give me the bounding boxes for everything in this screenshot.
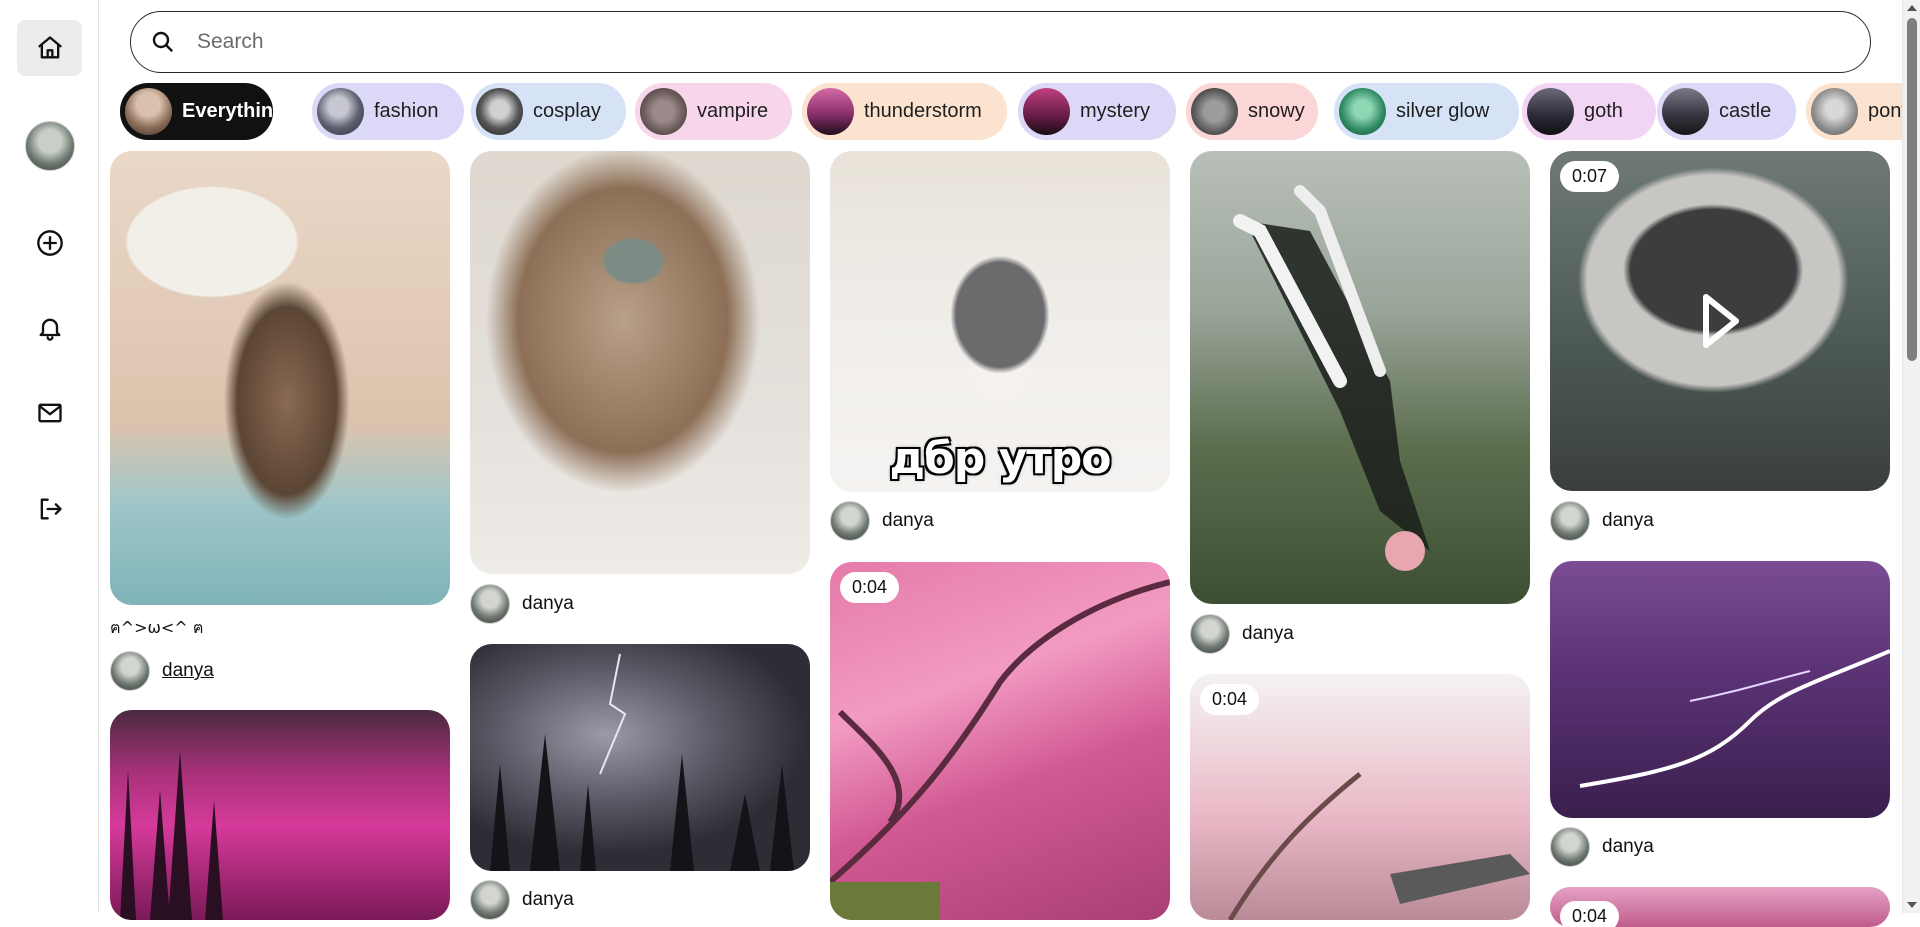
chip-mystery[interactable]: mystery xyxy=(1018,83,1176,140)
pin-author[interactable]: danya xyxy=(1550,826,1654,868)
author-avatar xyxy=(110,651,150,691)
scroll-up-arrow[interactable] xyxy=(1907,5,1917,11)
chip-label: goth xyxy=(1584,100,1623,122)
pin-image-lightning[interactable] xyxy=(470,644,810,871)
figure-scene xyxy=(1233,185,1430,571)
pin-overlay-text: дбр утро xyxy=(889,433,1112,484)
author-avatar xyxy=(470,584,510,624)
pin-image-pink-forest[interactable] xyxy=(110,710,450,920)
chip-label: castle xyxy=(1719,100,1772,122)
author-name[interactable]: danya xyxy=(162,660,214,682)
chip-thunderstorm[interactable]: thunderstorm xyxy=(802,83,1007,140)
chip-silver-glow[interactable]: silver glow xyxy=(1334,83,1519,140)
author-avatar xyxy=(830,501,870,541)
pin-video-partial[interactable]: 0:04 xyxy=(1550,887,1890,927)
chip-thumb xyxy=(1339,88,1386,135)
author-avatar xyxy=(1190,614,1230,654)
chip-cosplay[interactable]: cosplay xyxy=(471,83,626,140)
pin-author[interactable]: danya xyxy=(470,879,574,921)
messages-button[interactable] xyxy=(17,385,82,441)
branches xyxy=(830,579,1170,920)
home-icon xyxy=(37,36,62,59)
video-duration: 0:04 xyxy=(1200,684,1260,715)
pin-author[interactable]: danya xyxy=(830,500,934,542)
play-icon[interactable] xyxy=(1700,293,1740,349)
pin-image-kitten-meme[interactable]: дбр утро xyxy=(830,151,1170,492)
pin-author[interactable]: danya xyxy=(1550,500,1654,542)
pin-video-pink-trees[interactable]: 0:04 xyxy=(830,562,1170,920)
author-name[interactable]: danya xyxy=(1602,836,1654,858)
author-name[interactable]: danya xyxy=(522,889,574,911)
video-duration: 0:04 xyxy=(1560,901,1620,927)
chip-label: pony xyxy=(1868,100,1902,122)
chip-vampire[interactable]: vampire xyxy=(635,83,792,140)
video-duration: 0:04 xyxy=(840,572,900,603)
chip-thumb xyxy=(125,88,172,135)
chip-label: fashion xyxy=(374,100,439,122)
chip-thumb xyxy=(317,88,364,135)
logout-button[interactable] xyxy=(17,481,82,537)
chip-thumb xyxy=(1662,88,1709,135)
chip-label: cosplay xyxy=(533,100,601,122)
pin-image-upside-down[interactable] xyxy=(1190,151,1530,604)
pin-caption: ฅ^>ω<^ ฅ xyxy=(110,618,204,637)
plus-circle-icon xyxy=(36,230,63,256)
search-icon xyxy=(152,31,173,52)
pin-video-blossom[interactable]: 0:04 xyxy=(1190,674,1530,920)
bell-icon xyxy=(39,318,60,341)
category-chips: Everything fashion cosplay vampire thund… xyxy=(120,83,1902,141)
pin-image-kitten-closeup[interactable] xyxy=(470,151,810,574)
trees-silhouette xyxy=(120,750,223,920)
pin-author[interactable]: danya xyxy=(1190,613,1294,655)
author-name[interactable]: danya xyxy=(522,593,574,615)
chip-pony[interactable]: pony xyxy=(1806,83,1902,140)
profile-avatar[interactable] xyxy=(25,121,75,171)
chip-label: thunderstorm xyxy=(864,100,982,122)
pin-video-retro-computer[interactable]: 0:07 xyxy=(1550,151,1890,491)
chip-thumb xyxy=(1527,88,1574,135)
light-trail xyxy=(1579,649,1890,788)
pin-image-light-trail[interactable] xyxy=(1550,561,1890,818)
notifications-button[interactable] xyxy=(17,300,82,356)
chip-thumb xyxy=(476,88,523,135)
chip-snowy[interactable]: snowy xyxy=(1186,83,1318,140)
chip-everything[interactable]: Everything xyxy=(120,83,285,140)
mail-icon xyxy=(37,403,62,423)
create-button[interactable] xyxy=(17,215,82,271)
author-name[interactable]: danya xyxy=(1242,623,1294,645)
pin-image-kitten-standing[interactable] xyxy=(110,151,450,605)
chip-label: snowy xyxy=(1248,100,1305,122)
sidebar xyxy=(0,0,99,913)
author-name[interactable]: danya xyxy=(882,510,934,532)
author-avatar xyxy=(1550,501,1590,541)
home-button[interactable] xyxy=(17,20,82,76)
author-avatar xyxy=(1550,827,1590,867)
chip-castle[interactable]: castle xyxy=(1657,83,1796,140)
search-bar[interactable] xyxy=(130,11,1871,73)
pin-author[interactable]: danya xyxy=(110,650,214,692)
chip-label: Everything xyxy=(182,100,286,122)
chip-thumb xyxy=(640,88,687,135)
chip-label: vampire xyxy=(697,100,769,122)
pin-author[interactable]: danya xyxy=(470,583,574,625)
chip-thumb xyxy=(1811,88,1858,135)
author-name[interactable]: danya xyxy=(1602,510,1654,532)
chip-label: silver glow xyxy=(1396,100,1490,122)
search-input[interactable] xyxy=(197,30,1797,54)
chip-thumb xyxy=(1023,88,1070,135)
chip-goth[interactable]: goth xyxy=(1522,83,1656,140)
chip-fashion[interactable]: fashion xyxy=(312,83,464,140)
scroll-down-arrow[interactable] xyxy=(1907,902,1917,908)
page-scrollbar[interactable] xyxy=(1902,0,1920,913)
chip-thumb xyxy=(1191,88,1238,135)
video-duration: 0:07 xyxy=(1560,161,1620,192)
chip-thumb xyxy=(807,88,854,135)
author-avatar xyxy=(470,880,510,920)
scroll-thumb[interactable] xyxy=(1907,18,1917,361)
lightning-scene xyxy=(490,653,794,871)
logout-icon xyxy=(40,498,62,520)
chip-label: mystery xyxy=(1080,100,1150,122)
